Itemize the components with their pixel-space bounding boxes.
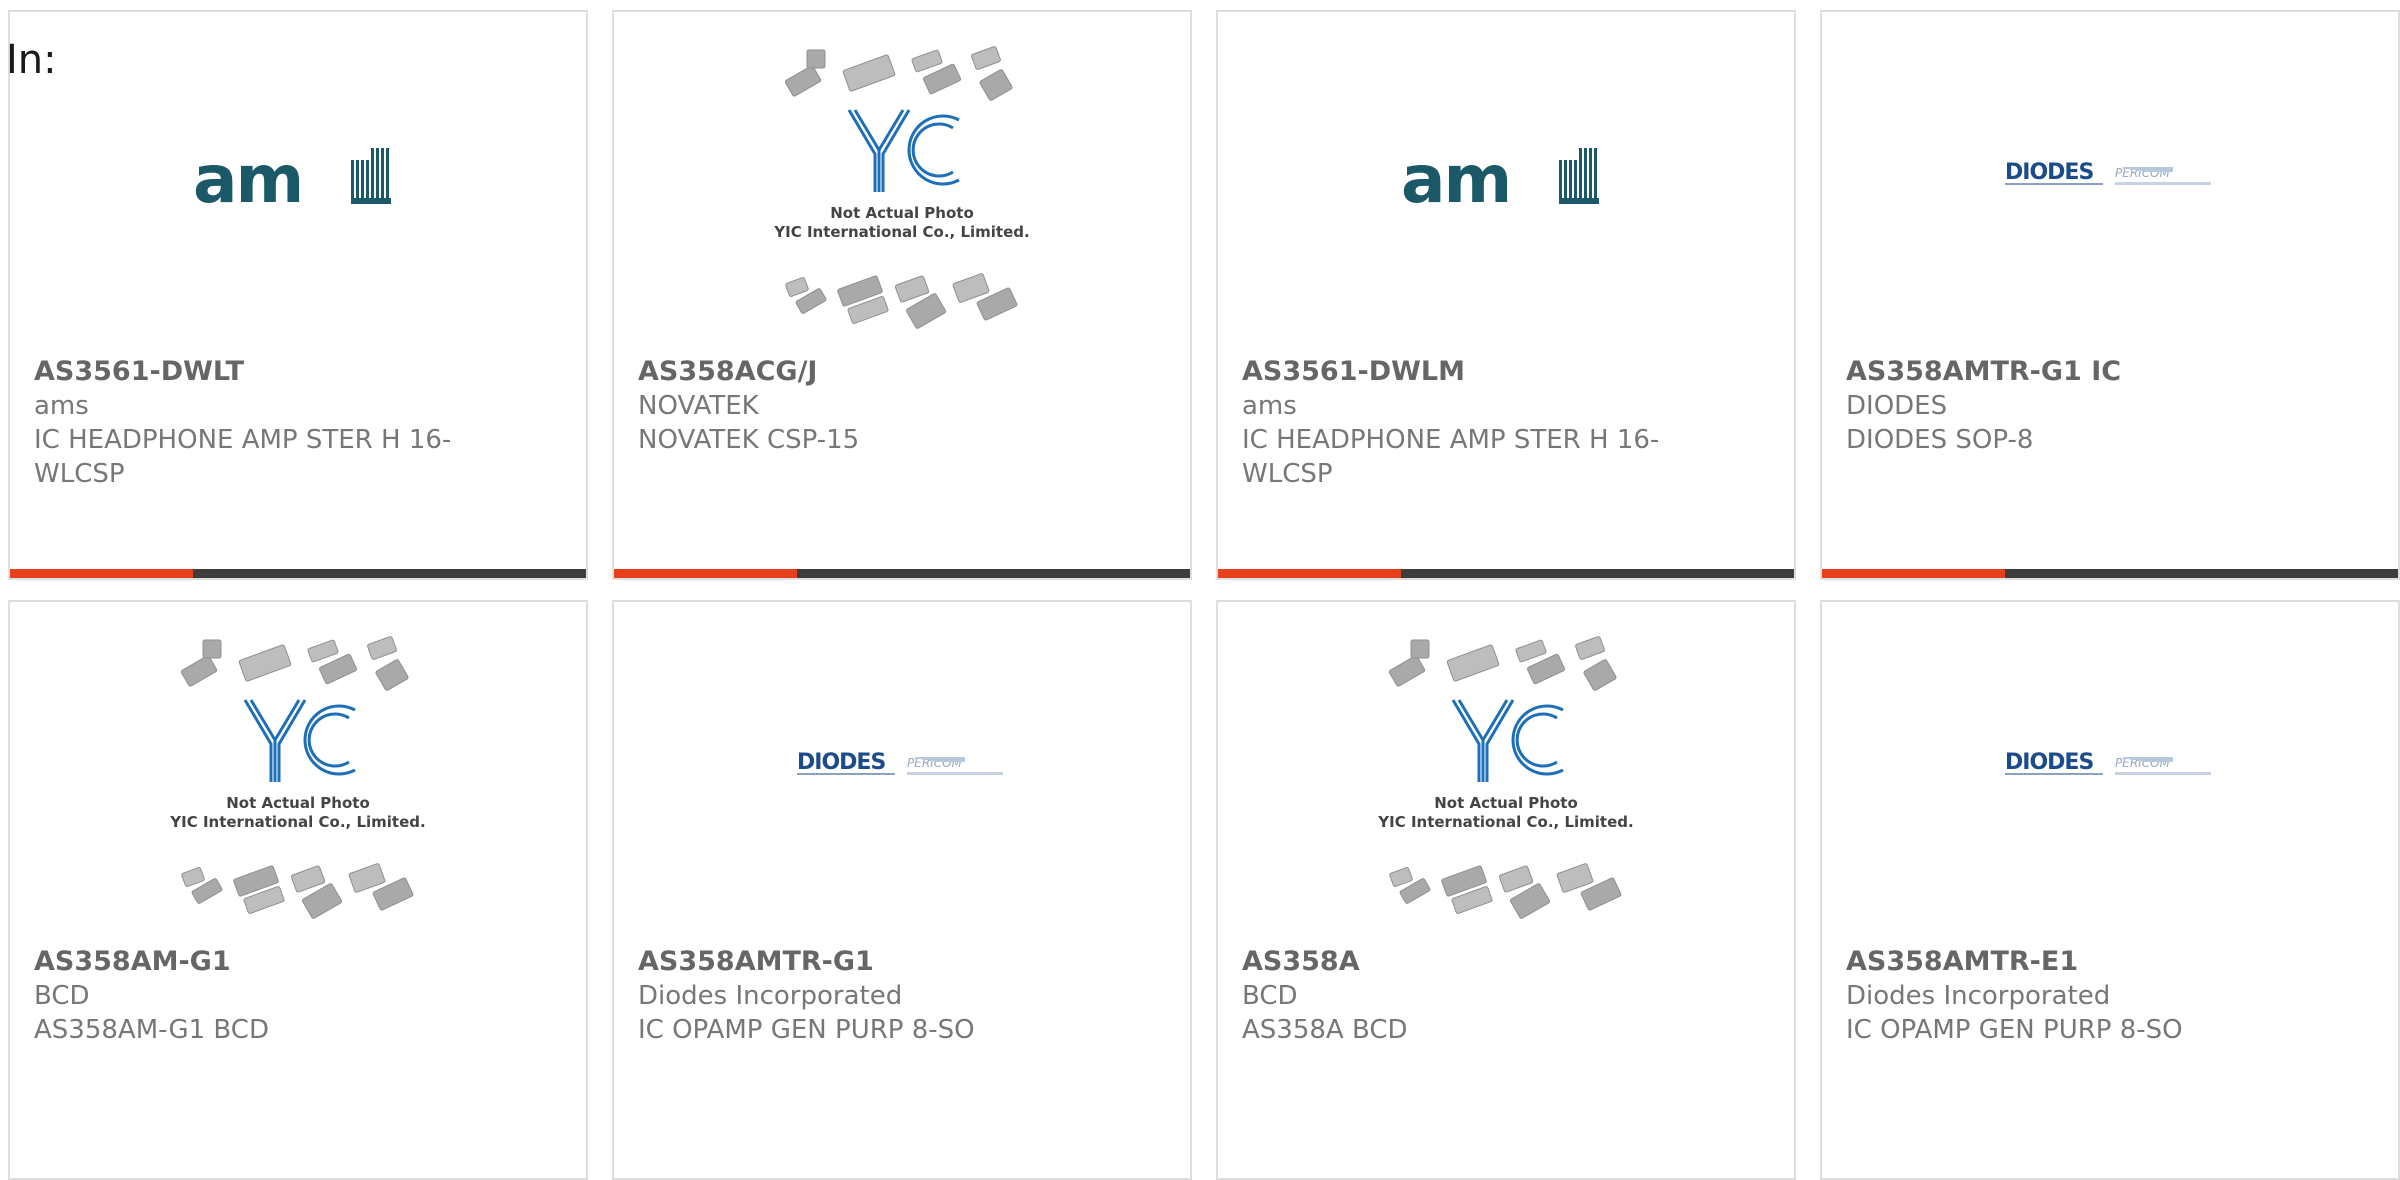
placeholder-image-icon: Not Actual Photo YIC International Co., … [169, 636, 426, 919]
svg-text:Not Actual Photo: Not Actual Photo [226, 794, 370, 812]
svg-text:Not Actual Photo: Not Actual Photo [1434, 794, 1578, 812]
part-number[interactable]: AS358A [1242, 945, 1674, 979]
manufacturer: ams [1242, 391, 1297, 421]
description: AS358A BCD [1242, 1015, 1408, 1045]
svg-text:Not Actual Photo: Not Actual Photo [830, 204, 974, 222]
svg-text:am: am [1401, 142, 1510, 212]
product-image[interactable]: DIODES PERICOM [1822, 12, 2398, 342]
svg-text:DIODES: DIODES [2005, 750, 2093, 775]
part-number[interactable]: AS358AMTR-G1 [638, 945, 1070, 979]
manufacturer: DIODES [1846, 391, 1948, 421]
product-image[interactable]: am [1218, 12, 1794, 342]
card-footer-bar [10, 569, 586, 578]
product-card[interactable]: Not Actual Photo YIC International Co., … [1216, 600, 1796, 1180]
product-card[interactable]: am AS3561-DWLT ams IC HEADPHONE AMP STER… [8, 10, 588, 580]
product-card[interactable]: DIODES PERICOM AS358AMTR-G1 IC DIODES DI… [1820, 10, 2400, 580]
placeholder-image-icon: Not Actual Photo YIC International Co., … [773, 46, 1030, 329]
product-card[interactable]: Not Actual Photo YIC International Co., … [8, 600, 588, 1180]
card-footer-bar [1218, 569, 1794, 578]
part-number[interactable]: AS3561-DWLT [34, 355, 466, 389]
part-number[interactable]: AS358AM-G1 [34, 945, 466, 979]
ams-logo-icon: am [193, 142, 391, 212]
diodes-pericom-logo-icon: DIODES PERICOM [2005, 750, 2211, 775]
product-image[interactable]: am [10, 12, 586, 342]
product-image[interactable]: Not Actual Photo YIC International Co., … [10, 602, 586, 942]
part-number[interactable]: AS358AMTR-G1 IC [1846, 355, 2278, 389]
svg-text:YIC International Co., Limited: YIC International Co., Limited. [1377, 813, 1633, 831]
svg-text:am: am [193, 142, 302, 212]
card-footer-accent [614, 569, 797, 578]
svg-text:YIC International Co., Limited: YIC International Co., Limited. [773, 223, 1029, 241]
card-footer-accent [1218, 569, 1401, 578]
product-card[interactable]: am AS3561-DWLM ams IC HEADPHONE AMP STER… [1216, 10, 1796, 580]
product-image[interactable]: DIODES PERICOM [614, 602, 1190, 932]
manufacturer: BCD [1242, 981, 1298, 1011]
diodes-pericom-logo-icon: DIODES PERICOM [2005, 160, 2211, 185]
manufacturer: BCD [34, 981, 90, 1011]
card-footer-bar [614, 569, 1190, 578]
product-image[interactable]: Not Actual Photo YIC International Co., … [1218, 602, 1794, 942]
svg-text:YIC International Co., Limited: YIC International Co., Limited. [169, 813, 425, 831]
description: IC HEADPHONE AMP STER H 16-WLCSP [1242, 425, 1660, 489]
part-number[interactable]: AS3561-DWLM [1242, 355, 1674, 389]
description: AS358AM-G1 BCD [34, 1015, 269, 1045]
manufacturer: NOVATEK [638, 391, 759, 421]
description: DIODES SOP-8 [1846, 425, 2034, 455]
product-card[interactable]: DIODES PERICOM AS358AMTR-E1 Diodes Incor… [1820, 600, 2400, 1180]
product-image[interactable]: DIODES PERICOM [1822, 602, 2398, 932]
in-label: In: [6, 37, 57, 83]
description: IC OPAMP GEN PURP 8-SO [1846, 1015, 2183, 1045]
diodes-pericom-logo-icon: DIODES PERICOM [797, 750, 1003, 775]
description: IC OPAMP GEN PURP 8-SO [638, 1015, 975, 1045]
manufacturer: Diodes Incorporated [1846, 981, 2111, 1011]
manufacturer: ams [34, 391, 89, 421]
placeholder-image-icon: Not Actual Photo YIC International Co., … [1377, 636, 1634, 919]
svg-text:DIODES: DIODES [2005, 160, 2093, 185]
product-card[interactable]: Not Actual Photo YIC International Co., … [612, 10, 1192, 580]
card-footer-accent [1822, 569, 2005, 578]
product-grid: am AS3561-DWLT ams IC HEADPHONE AMP STER… [0, 0, 2400, 1180]
card-footer-bar [1822, 569, 2398, 578]
product-card[interactable]: DIODES PERICOM AS358AMTR-G1 Diodes Incor… [612, 600, 1192, 1180]
manufacturer: Diodes Incorporated [638, 981, 903, 1011]
part-number[interactable]: AS358AMTR-E1 [1846, 945, 2278, 979]
svg-text:DIODES: DIODES [797, 750, 885, 775]
card-footer-accent [10, 569, 193, 578]
product-image[interactable]: Not Actual Photo YIC International Co., … [614, 12, 1190, 352]
part-number[interactable]: AS358ACG/J [638, 355, 1070, 389]
description: IC HEADPHONE AMP STER H 16-WLCSP [34, 425, 452, 489]
description: NOVATEK CSP-15 [638, 425, 860, 455]
ams-logo-icon: am [1401, 142, 1599, 212]
